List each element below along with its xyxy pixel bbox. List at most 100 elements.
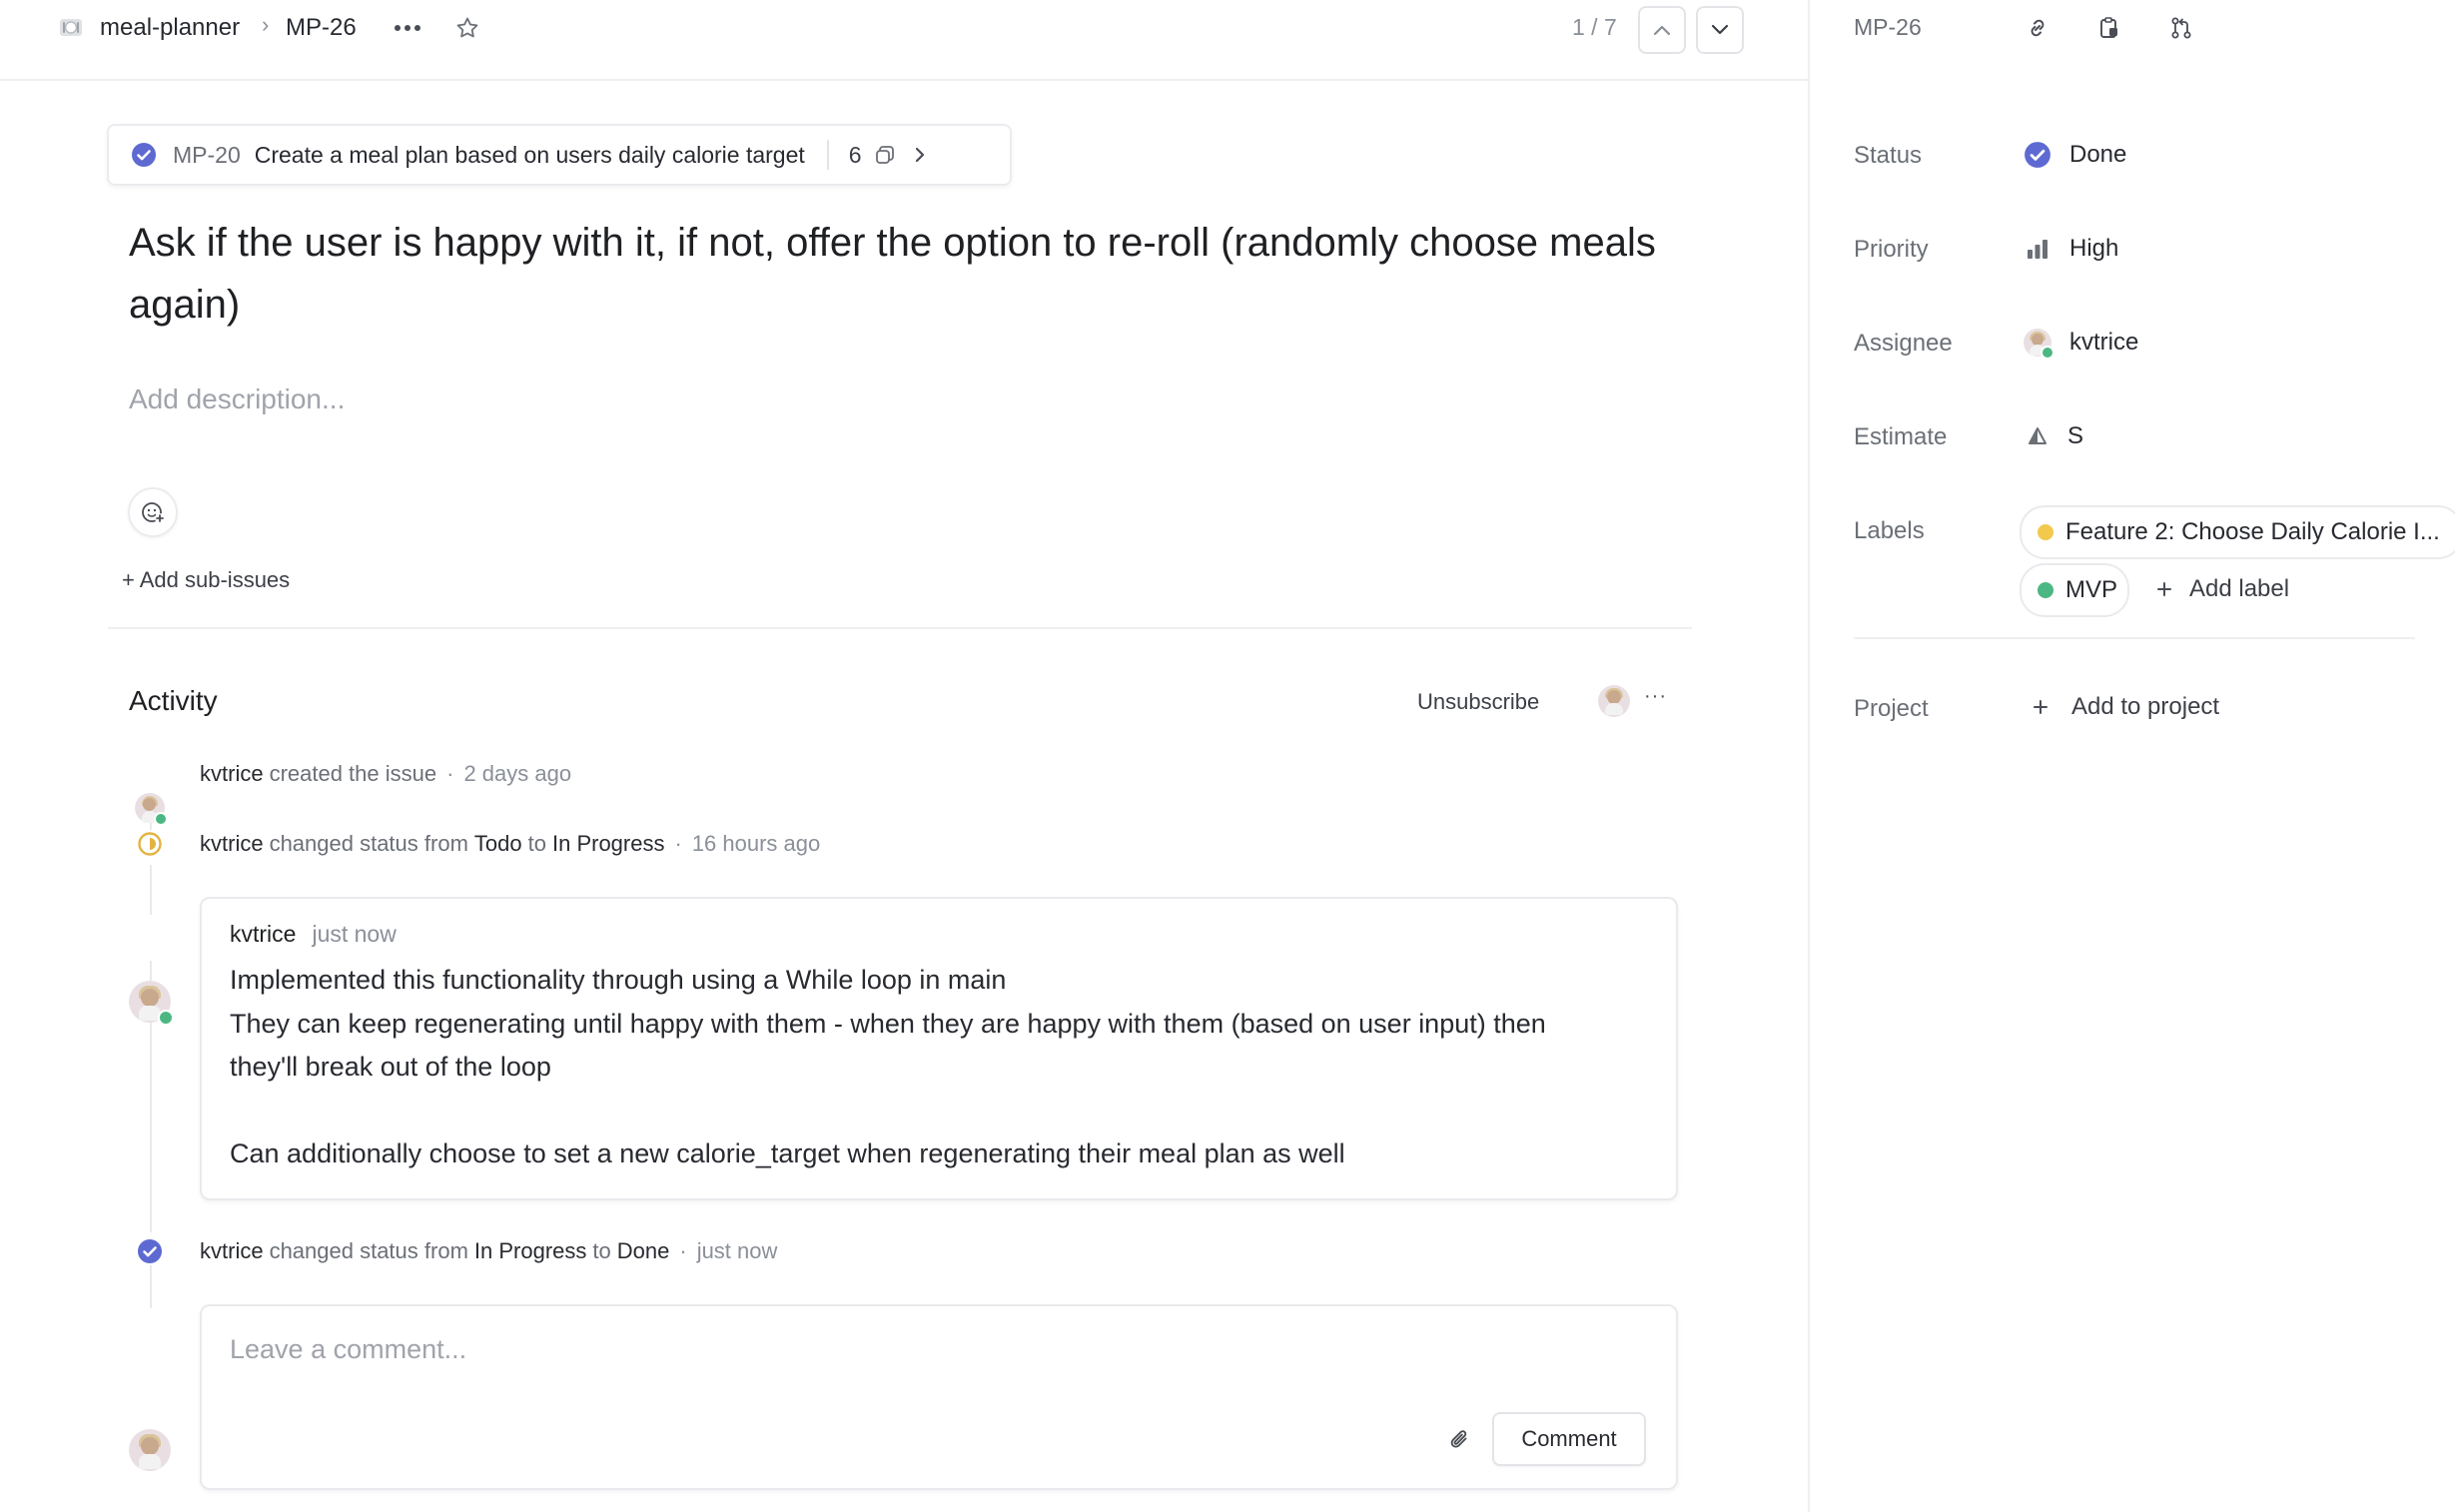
estimate-text: S	[2067, 422, 2084, 449]
comment-header: kvtrice just now	[230, 921, 397, 948]
copy-id-icon[interactable]	[2091, 10, 2127, 46]
more-options-icon[interactable]	[390, 14, 425, 42]
event-from-status: Todo	[473, 831, 522, 856]
event-time: just now	[696, 1238, 778, 1263]
star-icon[interactable]	[451, 12, 483, 44]
event-user[interactable]: kvtrice	[200, 831, 264, 857]
estimate-icon	[2029, 427, 2046, 444]
comment-time: just now	[312, 921, 397, 947]
priority-value[interactable]: High	[2026, 226, 2118, 272]
status-text: Done	[2069, 141, 2127, 168]
event-text: changed status from	[269, 831, 468, 856]
sidebar-issue-id: MP-26	[1854, 14, 1922, 40]
done-status-icon	[136, 1237, 164, 1265]
project-label: Project	[1854, 695, 1929, 722]
event-to-word: to	[592, 1238, 611, 1263]
section-divider	[108, 627, 1692, 629]
done-status-icon	[2025, 142, 2050, 168]
breadcrumb-team[interactable]: meal-planner	[100, 14, 240, 42]
in-progress-status-icon	[136, 830, 164, 858]
description-field[interactable]: Add description...	[129, 383, 345, 415]
comment-line: they'll break out of the loop	[230, 1052, 551, 1082]
priority-label: Priority	[1854, 236, 1929, 263]
assignee-label: Assignee	[1854, 330, 1953, 357]
subscriber-avatar[interactable]	[1598, 685, 1630, 717]
event-dot: ·	[679, 1238, 687, 1263]
chip-divider	[826, 140, 829, 170]
event-dot: ·	[674, 831, 682, 856]
priority-text: High	[2069, 235, 2119, 262]
user-avatar	[135, 793, 168, 826]
copy-link-icon[interactable]	[2020, 10, 2055, 46]
git-branch-icon[interactable]	[2163, 10, 2199, 46]
add-label-button[interactable]: Add label	[2155, 575, 2289, 603]
event-dot: ·	[446, 761, 454, 786]
breadcrumb-separator: ›	[262, 12, 270, 37]
event-user[interactable]: kvtrice	[200, 1238, 264, 1264]
activity-heading: Activity	[129, 685, 218, 716]
comment-card: kvtrice just now Implemented this functi…	[200, 897, 1678, 1200]
parent-issue-chip[interactable]: MP-20 Create a meal plan based on users …	[107, 124, 1012, 186]
comment-submit-button[interactable]: Comment	[1492, 1412, 1646, 1466]
parent-issue-id: MP-20	[173, 141, 241, 168]
current-user-avatar	[129, 1429, 171, 1471]
top-bar: meal-planner › MP-26 1 / 7	[0, 0, 1808, 81]
comment-author-avatar[interactable]	[129, 981, 174, 1026]
status-value[interactable]: Done	[2024, 132, 2126, 178]
issue-main-panel: meal-planner › MP-26 1 / 7 MP-20 Create …	[0, 0, 1808, 1512]
event-to-status: Done	[616, 1238, 670, 1263]
add-to-project-text: Add to project	[2071, 693, 2220, 720]
assignee-text: kvtrice	[2069, 329, 2139, 356]
activity-event-created: kvtrice created the issue · 2 days ago	[200, 761, 571, 787]
event-time: 16 hours ago	[691, 831, 821, 856]
event-from-status: In Progress	[473, 1238, 587, 1263]
event-text: created the issue	[269, 761, 437, 786]
done-status-icon	[131, 142, 157, 168]
attach-icon[interactable]	[1440, 1420, 1480, 1460]
plus-icon	[2034, 700, 2047, 714]
labels-label: Labels	[1854, 517, 1925, 544]
previous-issue-button[interactable]	[1638, 6, 1686, 54]
chevron-up-icon	[1653, 25, 1671, 36]
label-chip-text: MVP	[2065, 576, 2118, 603]
sub-issues-icon	[874, 144, 896, 166]
parent-issue-title: Create a meal plan based on users daily …	[254, 141, 805, 168]
label-color-dot	[2038, 524, 2053, 540]
comment-line: Can additionally choose to set a new cal…	[230, 1138, 1345, 1168]
add-to-project-button[interactable]: Add to project	[2032, 693, 2219, 721]
breadcrumb-issue-id[interactable]: MP-26	[286, 14, 357, 42]
assignee-value[interactable]: kvtrice	[2024, 320, 2138, 366]
add-sub-issues-button[interactable]: + Add sub-issues	[122, 567, 290, 593]
chevron-down-icon	[1711, 24, 1729, 35]
add-reaction-button[interactable]	[128, 487, 178, 537]
estimate-value[interactable]: S	[2028, 413, 2083, 459]
comment-blank-line	[230, 1090, 1658, 1134]
issue-title[interactable]: Ask if the user is happy with it, if not…	[129, 212, 1687, 336]
activity-more-icon[interactable]: ···	[1644, 685, 1667, 708]
unsubscribe-button[interactable]: Unsubscribe	[1417, 689, 1539, 715]
comment-line: They can keep regenerating until happy w…	[230, 1008, 1546, 1039]
timeline-line	[150, 865, 152, 915]
priority-high-icon	[2028, 240, 2047, 259]
event-text: changed status from	[269, 1238, 468, 1263]
event-time: 2 days ago	[463, 761, 572, 786]
sidebar-divider	[1854, 637, 2415, 639]
event-user[interactable]: kvtrice	[200, 761, 264, 787]
sub-issue-count: 6	[848, 141, 862, 168]
event-to-word: to	[527, 831, 546, 856]
label-chip-feature-2[interactable]: Feature 2: Choose Daily Calorie I...	[2020, 505, 2455, 559]
pager-position: 1 / 7	[1572, 14, 1617, 40]
comment-input[interactable]: Leave a comment...	[230, 1334, 466, 1365]
next-issue-button[interactable]	[1696, 6, 1744, 54]
comment-author[interactable]: kvtrice	[230, 921, 296, 948]
status-label: Status	[1854, 142, 1923, 169]
label-chip-mvp[interactable]: MVP	[2020, 563, 2129, 617]
estimate-label: Estimate	[1854, 423, 1948, 450]
label-chip-text: Feature 2: Choose Daily Calorie I...	[2065, 518, 2440, 545]
event-to-status: In Progress	[551, 831, 665, 856]
plate-icon	[56, 12, 86, 42]
comment-line: Implemented this functionality through u…	[230, 965, 1007, 995]
issue-properties-sidebar: MP-26 Status Done Priority High Assignee…	[1808, 0, 2455, 1512]
add-label-text: Add label	[2189, 575, 2290, 602]
comment-body: Implemented this functionality through u…	[230, 959, 1658, 1176]
